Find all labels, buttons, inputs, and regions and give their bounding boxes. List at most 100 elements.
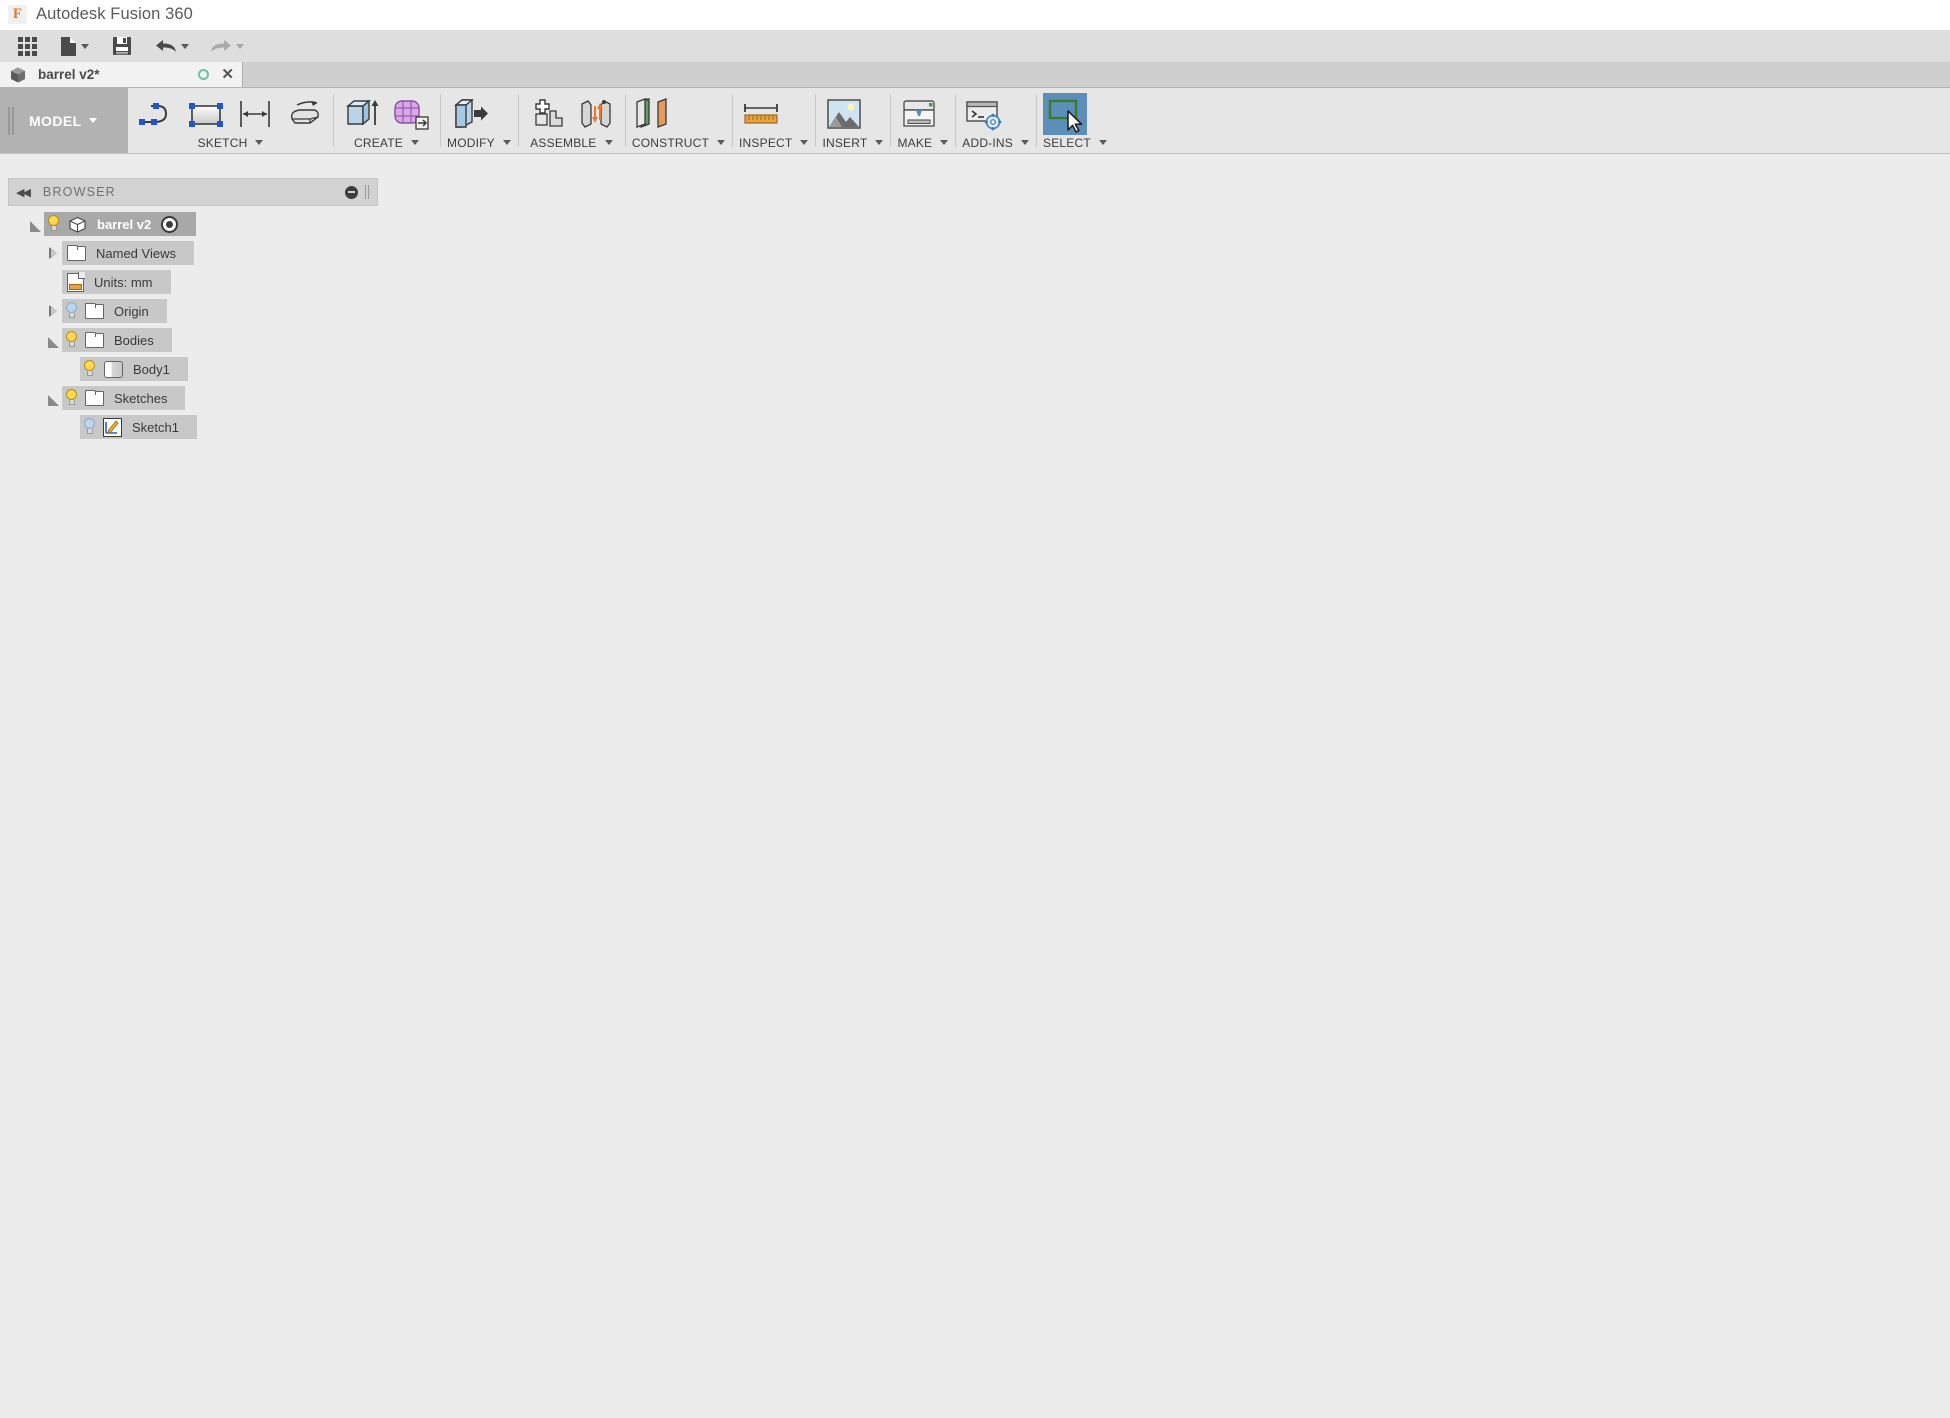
sketch-dimension-button[interactable] bbox=[233, 93, 277, 135]
create-sketch-rectangle-button[interactable] bbox=[184, 93, 228, 135]
barrel-rib-lower bbox=[772, 843, 1378, 918]
chevron-down-icon bbox=[800, 140, 809, 145]
construct-plane-button[interactable] bbox=[632, 93, 676, 135]
minus-circle-icon[interactable] bbox=[345, 185, 358, 199]
measure-button[interactable] bbox=[739, 93, 783, 135]
document-tab-bar: barrel v2* ✕ bbox=[0, 62, 1950, 88]
document-tab-barrel-v2[interactable]: barrel v2* ✕ bbox=[0, 62, 243, 87]
disclosure-triangle-open-icon[interactable] bbox=[26, 219, 44, 232]
chevron-down-icon bbox=[255, 140, 264, 145]
ribbon-group-label-make[interactable]: MAKE bbox=[897, 135, 949, 150]
ribbon-group-addins: ADD-INS bbox=[955, 88, 1036, 153]
ribbon-group-inspect: INSPECT bbox=[732, 88, 815, 153]
scripts-addins-button[interactable] bbox=[962, 93, 1006, 135]
tree-item-sketch1[interactable]: Sketch1 bbox=[8, 415, 378, 439]
insert-canvas-button[interactable] bbox=[822, 93, 866, 135]
browser-panel-title: BROWSER bbox=[42, 185, 116, 199]
activate-component-radio[interactable] bbox=[161, 215, 179, 233]
ribbon-group-label-assemble[interactable]: ASSEMBLE bbox=[525, 135, 618, 150]
tree-item-label: Sketches bbox=[114, 390, 168, 406]
visibility-bulb-icon[interactable] bbox=[82, 418, 98, 436]
barrel-interior-bottom bbox=[807, 567, 1343, 683]
ribbon-group-label-construct[interactable]: CONSTRUCT bbox=[632, 135, 726, 150]
close-x-icon[interactable]: ✕ bbox=[221, 67, 234, 82]
chevron-down-icon bbox=[717, 140, 726, 145]
tree-item-body1[interactable]: Body1 bbox=[8, 357, 378, 381]
ribbon-group-label-modify[interactable]: MODIFY bbox=[447, 135, 511, 150]
grip-handle-icon[interactable] bbox=[365, 185, 370, 199]
ribbon-group-insert: INSERT bbox=[815, 88, 890, 153]
tree-item-bodies[interactable]: Bodies bbox=[8, 328, 378, 352]
ribbon-group-text: SKETCH bbox=[197, 135, 248, 150]
visibility-bulb-icon[interactable] bbox=[64, 302, 80, 320]
ribbon-group-text: CREATE bbox=[354, 135, 403, 150]
ribbon-group-text: INSPECT bbox=[739, 135, 793, 150]
save-button[interactable] bbox=[107, 32, 137, 60]
offset-plane-icon bbox=[636, 97, 667, 128]
visibility-bulb-icon[interactable] bbox=[46, 215, 62, 233]
create-form-button[interactable] bbox=[389, 93, 433, 135]
chevron-down-icon bbox=[236, 43, 244, 49]
select-tool-button[interactable] bbox=[1043, 92, 1087, 135]
ribbon-group-select: SELECT bbox=[1036, 88, 1114, 153]
folder-icon bbox=[84, 332, 104, 348]
sketch-create-button[interactable] bbox=[282, 93, 326, 135]
ribbon-group-label-sketch[interactable]: SKETCH bbox=[135, 135, 326, 150]
chevron-down-icon bbox=[875, 140, 884, 145]
visibility-bulb-icon[interactable] bbox=[64, 331, 80, 349]
solid-body-icon bbox=[104, 360, 123, 378]
tree-item-named-views[interactable]: Named Views bbox=[8, 241, 378, 265]
disclosure-triangle-open-icon[interactable] bbox=[44, 335, 62, 348]
barrel-interior-wall bbox=[807, 505, 1343, 671]
browser-tree: barrel v2 Named Views Units: mm Origin B… bbox=[8, 212, 378, 439]
visibility-bulb-icon[interactable] bbox=[82, 360, 98, 378]
tree-item-sketches[interactable]: Sketches bbox=[8, 386, 378, 410]
press-pull-button[interactable] bbox=[447, 93, 491, 135]
ribbon-group-label-select[interactable]: SELECT bbox=[1043, 135, 1107, 150]
ribbon-group-assemble: ASSEMBLE bbox=[517, 88, 625, 153]
redo-button[interactable] bbox=[207, 32, 247, 60]
visibility-bulb-icon[interactable] bbox=[64, 389, 80, 407]
barrel-ground-shadow bbox=[830, 1189, 1330, 1221]
folder-icon bbox=[66, 245, 86, 261]
new-component-button[interactable] bbox=[525, 93, 569, 135]
undo-button[interactable] bbox=[152, 32, 192, 60]
3d-print-button[interactable] bbox=[897, 93, 941, 135]
chevron-down-icon bbox=[604, 140, 613, 145]
disclosure-triangle-closed-icon[interactable] bbox=[44, 305, 62, 317]
barrel-rib-middle bbox=[772, 679, 1378, 754]
workspace-selector-model[interactable]: MODEL bbox=[0, 88, 128, 153]
tree-item-label: Bodies bbox=[114, 332, 154, 348]
extrude-button[interactable] bbox=[340, 93, 384, 135]
joint-button[interactable] bbox=[574, 93, 618, 135]
new-file-button[interactable] bbox=[57, 32, 92, 60]
tree-item-barrel-v2[interactable]: barrel v2 bbox=[8, 212, 378, 236]
component-cube-icon bbox=[68, 216, 87, 233]
sketch-extrude-shape-icon bbox=[290, 100, 319, 124]
ribbon-group-sketch: SKETCH bbox=[128, 88, 333, 153]
ribbon-group-make: MAKE bbox=[890, 88, 955, 153]
ruler-measure-icon bbox=[744, 103, 778, 124]
disclosure-triangle-closed-icon[interactable] bbox=[44, 247, 62, 259]
ribbon-group-label-create[interactable]: CREATE bbox=[340, 135, 433, 150]
tree-item-origin[interactable]: Origin bbox=[8, 299, 378, 323]
cube-icon bbox=[11, 67, 25, 82]
tree-item-units[interactable]: Units: mm bbox=[8, 270, 378, 294]
chevron-down-icon bbox=[940, 140, 949, 145]
barrel-3d-model[interactable] bbox=[760, 393, 1390, 1413]
ribbon-group-label-addins[interactable]: ADD-INS bbox=[962, 135, 1029, 150]
workspace-label: MODEL bbox=[29, 112, 82, 129]
sketch-pencil-icon bbox=[103, 417, 122, 437]
browser-panel-header: ◀◀ BROWSER bbox=[8, 178, 378, 206]
tree-item-label: Units: mm bbox=[94, 274, 153, 290]
ribbon-group-label-insert[interactable]: INSERT bbox=[822, 135, 884, 150]
double-left-arrow-icon[interactable]: ◀◀ bbox=[16, 186, 31, 199]
disclosure-triangle-open-icon[interactable] bbox=[44, 393, 62, 406]
ribbon-group-label-inspect[interactable]: INSPECT bbox=[739, 135, 809, 150]
ribbon-group-text: ADD-INS bbox=[962, 135, 1013, 150]
document-tab-label: barrel v2* bbox=[38, 67, 100, 82]
chevron-down-icon bbox=[181, 43, 189, 49]
tree-item-label: Named Views bbox=[96, 245, 176, 261]
create-sketch-line-button[interactable] bbox=[135, 93, 179, 135]
app-grid-button[interactable] bbox=[12, 32, 42, 60]
